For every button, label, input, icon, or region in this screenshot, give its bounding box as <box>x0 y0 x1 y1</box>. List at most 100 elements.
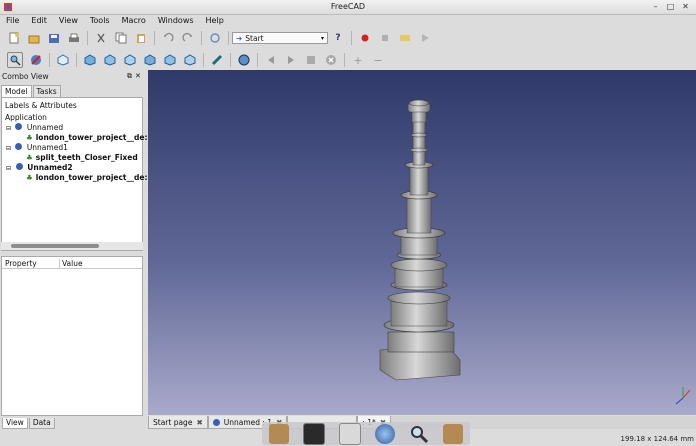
view-left-icon[interactable] <box>183 53 197 67</box>
view-top-icon[interactable] <box>103 53 117 67</box>
forward-arrow-icon[interactable] <box>284 53 298 67</box>
print-icon[interactable] <box>67 31 81 45</box>
tab-tasks[interactable]: Tasks <box>32 85 61 97</box>
tree-item-london-tower[interactable]: ♣ london_tower_project__de: <box>26 133 147 142</box>
document-icon <box>212 418 220 426</box>
menu-help[interactable]: Help <box>200 15 230 28</box>
float-icon[interactable]: ⧉ <box>127 72 132 81</box>
mesh-icon: ♣ <box>26 133 33 142</box>
reload-icon[interactable] <box>304 53 318 67</box>
separator <box>154 31 155 45</box>
tree-item-unnamed2[interactable]: ⊟ Unnamed2 <box>6 163 73 172</box>
property-tabs: View Data <box>2 418 56 429</box>
tab-view[interactable]: View <box>2 418 28 429</box>
separator <box>351 31 352 45</box>
tree-item-unnamed1[interactable]: ⊟ Unnamed1 <box>6 143 68 152</box>
minimize-icon[interactable]: – <box>651 2 660 11</box>
window-controls: – □ ✕ <box>651 2 690 11</box>
new-file-icon[interactable] <box>7 31 21 45</box>
dimension-readout: 199.18 x 124.64 mm <box>620 435 694 443</box>
axis-cross-icon <box>675 387 691 405</box>
toolbar-view: + − <box>4 51 388 69</box>
separator <box>201 31 202 45</box>
menu-view[interactable]: View <box>53 15 84 28</box>
tree-item-split-teeth[interactable]: ♣ split_teeth_Closer_Fixed <box>26 153 138 162</box>
cut-icon[interactable] <box>94 31 108 45</box>
3d-viewport[interactable] <box>148 70 696 415</box>
fit-all-icon[interactable] <box>7 52 23 68</box>
edit-macro-icon[interactable] <box>398 31 412 45</box>
view-right-icon[interactable] <box>123 53 137 67</box>
terminal-icon[interactable] <box>303 422 325 445</box>
view-bottom-icon[interactable] <box>163 53 177 67</box>
record-macro-icon[interactable] <box>358 31 372 45</box>
separator <box>49 53 50 67</box>
workbench-label: Start <box>245 33 264 43</box>
value-column: Value <box>59 259 83 268</box>
browser-globe-icon[interactable] <box>375 423 395 444</box>
copy-icon[interactable] <box>114 31 128 45</box>
property-panel: Property Value <box>1 256 143 416</box>
close-icon[interactable]: ✕ <box>135 72 141 81</box>
web-globe-icon[interactable] <box>237 53 251 67</box>
refresh-icon[interactable] <box>208 31 222 45</box>
open-file-icon[interactable] <box>27 31 41 45</box>
separator <box>87 31 88 45</box>
combo-view-title: Combo View <box>2 72 49 81</box>
separator <box>228 31 229 45</box>
paste-icon[interactable] <box>134 31 148 45</box>
folder-icon[interactable] <box>443 423 463 444</box>
tree-scrollbar[interactable] <box>1 242 143 250</box>
tower-model <box>379 99 691 405</box>
whats-this-icon[interactable]: ? <box>331 31 345 45</box>
draw-style-icon[interactable] <box>29 53 43 67</box>
close-icon[interactable]: ✕ <box>681 2 690 11</box>
redo-icon[interactable] <box>181 31 195 45</box>
zoom-in-icon[interactable]: + <box>351 53 365 67</box>
undo-icon[interactable] <box>161 31 175 45</box>
mesh-icon: ♣ <box>26 173 33 182</box>
separator <box>76 53 77 67</box>
zoom-out-icon[interactable]: − <box>371 53 385 67</box>
close-icon[interactable]: ✖ <box>196 418 202 427</box>
separator <box>203 53 204 67</box>
separator <box>230 53 231 67</box>
window-title: FreeCAD <box>330 2 366 11</box>
workbench-select[interactable]: ➜ Start ▾ <box>232 32 328 44</box>
file-manager-icon[interactable] <box>269 423 289 444</box>
text-editor-icon[interactable] <box>339 422 361 445</box>
chevron-down-icon: ▾ <box>320 34 324 42</box>
menu-tools[interactable]: Tools <box>84 15 116 28</box>
scrollbar-thumb[interactable] <box>11 244 99 248</box>
document-icon <box>15 163 23 170</box>
property-header: Property Value <box>2 257 142 269</box>
tree-item-unnamed[interactable]: ⊟ Unnamed <box>6 123 63 132</box>
menu-file[interactable]: File <box>0 15 25 28</box>
back-arrow-icon[interactable] <box>264 53 278 67</box>
tree-item-london-tower-2[interactable]: ♣ london_tower_project__de: <box>26 173 147 182</box>
tab-data[interactable]: Data <box>28 418 55 429</box>
separator <box>257 53 258 67</box>
tree-header: Labels & Attributes <box>5 101 77 110</box>
title-bar: FreeCAD – □ ✕ <box>0 0 696 15</box>
search-icon[interactable] <box>409 424 429 444</box>
tab-model[interactable]: Model <box>1 85 32 97</box>
mesh-icon: ♣ <box>26 153 33 162</box>
tab-start-page[interactable]: Start page ✖ <box>148 416 208 429</box>
menu-macro[interactable]: Macro <box>116 15 152 28</box>
menu-windows[interactable]: Windows <box>152 15 200 28</box>
measure-distance-icon[interactable] <box>210 53 224 67</box>
maximize-icon[interactable]: □ <box>666 2 675 11</box>
view-front-icon[interactable] <box>83 53 97 67</box>
save-icon[interactable] <box>47 31 61 45</box>
separator <box>344 53 345 67</box>
menu-edit[interactable]: Edit <box>25 15 53 28</box>
view-isometric-icon[interactable] <box>56 53 70 67</box>
model-tree: Labels & Attributes Application ⊟ Unname… <box>1 97 147 251</box>
stop-icon[interactable] <box>324 53 338 67</box>
view-rear-icon[interactable] <box>143 53 157 67</box>
menu-bar: File Edit View Tools Macro Windows Help <box>0 15 696 28</box>
play-macro-icon[interactable] <box>418 31 432 45</box>
toolbar-top: ➜ Start ▾ ? <box>4 29 435 47</box>
stop-macro-icon[interactable] <box>378 31 392 45</box>
